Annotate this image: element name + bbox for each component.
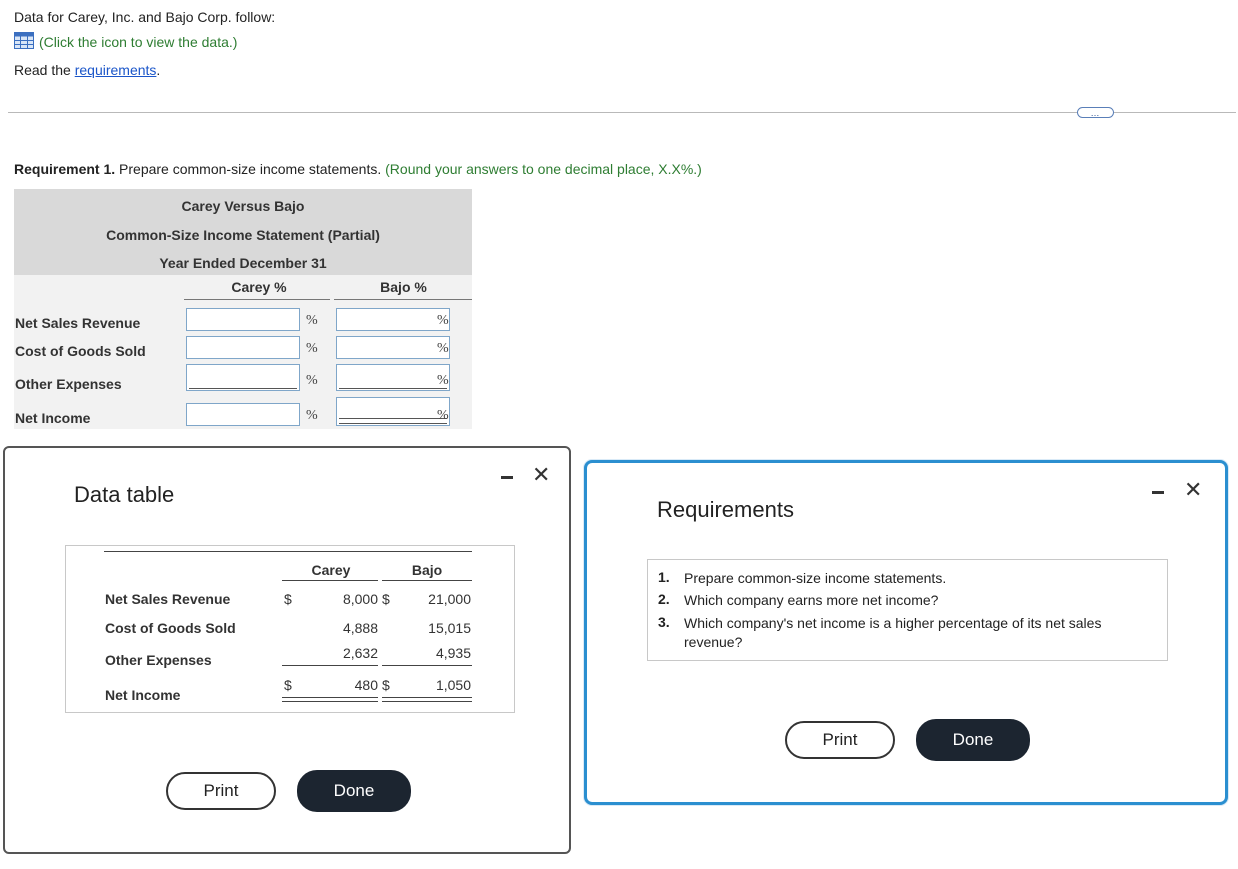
view-data-text[interactable]: (Click the icon to view the data.): [39, 34, 237, 50]
percent-sign: %: [306, 313, 318, 328]
data-value-bajo: 15,015: [428, 620, 471, 636]
percent-sign: %: [306, 408, 318, 423]
statement-subtitle: Common-Size Income Statement (Partial): [106, 227, 380, 243]
row-label-other-expenses: Other Expenses: [15, 376, 122, 392]
requirement-1-prompt: Requirement 1. Prepare common-size incom…: [14, 161, 702, 177]
percent-sign: %: [306, 341, 318, 356]
col-header-bajo: Bajo %: [380, 279, 427, 295]
bajo-other-expenses-input[interactable]: [336, 364, 450, 391]
data-col-bajo: Bajo: [411, 562, 443, 578]
data-table: Carey Bajo Net Sales Revenue $ 8,000 $ 2…: [65, 545, 515, 713]
currency-sign: $: [382, 591, 390, 607]
table-icon[interactable]: [14, 32, 34, 52]
data-value-carey: 4,888: [342, 620, 378, 636]
row-label-cogs: Cost of Goods Sold: [15, 343, 146, 359]
data-row-label: Net Income: [105, 687, 181, 703]
carey-net-income-input[interactable]: [186, 403, 300, 426]
data-value-bajo: 1,050: [435, 677, 471, 693]
data-row-label: Cost of Goods Sold: [105, 620, 236, 636]
percent-sign: %: [306, 373, 318, 388]
requirement-item: 1. Prepare common-size income statements…: [658, 569, 947, 586]
currency-sign: $: [382, 677, 390, 693]
bajo-net-income-input[interactable]: [336, 397, 450, 426]
percent-sign: %: [437, 341, 449, 356]
requirements-list: 1. Prepare common-size income statements…: [647, 559, 1168, 661]
requirements-title: Requirements: [657, 497, 794, 522]
requirements-link[interactable]: requirements: [75, 62, 157, 78]
carey-other-expenses-input[interactable]: [186, 364, 300, 391]
carey-cogs-input[interactable]: [186, 336, 300, 359]
col-header-carey: Carey %: [231, 279, 287, 295]
statement-period: Year Ended December 31: [159, 255, 327, 271]
statement-title: Carey Versus Bajo: [181, 198, 305, 214]
close-icon[interactable]: ✕: [1184, 479, 1202, 501]
bajo-net-sales-input[interactable]: [336, 308, 450, 331]
close-icon[interactable]: ✕: [532, 464, 550, 486]
data-table-title: Data table: [74, 482, 175, 507]
row-label-net-sales: Net Sales Revenue: [15, 315, 141, 331]
section-divider: [8, 112, 1236, 113]
currency-sign: $: [284, 677, 292, 693]
currency-sign: $: [284, 591, 292, 607]
print-button[interactable]: Print: [785, 721, 895, 759]
percent-sign: %: [437, 408, 449, 423]
done-button[interactable]: Done: [297, 770, 411, 812]
data-table-dialog: Data table ✕ Carey Bajo Net Sales Revenu…: [3, 446, 571, 854]
bajo-cogs-input[interactable]: [336, 336, 450, 359]
print-button[interactable]: Print: [166, 772, 276, 810]
row-label-net-income: Net Income: [15, 410, 91, 426]
minimize-icon[interactable]: [501, 476, 513, 479]
statement-body: Carey % Bajo % Net Sales Revenue % % Cos…: [14, 275, 472, 429]
more-options-button[interactable]: …: [1077, 107, 1114, 118]
data-col-carey: Carey: [311, 562, 351, 578]
intro-text: Data for Carey, Inc. and Bajo Corp. foll…: [14, 9, 276, 25]
percent-sign: %: [437, 313, 449, 328]
data-value-bajo: 21,000: [428, 591, 471, 607]
col-header-rule: [334, 299, 472, 300]
requirement-item: 3. Which company's net income is a highe…: [658, 614, 1102, 650]
read-requirements: Read the requirements.: [14, 62, 161, 78]
statement-header: Carey Versus Bajo Common-Size Income Sta…: [14, 189, 472, 275]
minimize-icon[interactable]: [1152, 491, 1164, 494]
data-value-carey: 480: [354, 677, 378, 693]
percent-sign: %: [437, 373, 449, 388]
requirement-item: 2. Which company earns more net income?: [658, 591, 939, 608]
data-value-bajo: 4,935: [435, 645, 471, 661]
col-header-rule: [184, 299, 330, 300]
data-value-carey: 8,000: [342, 591, 378, 607]
carey-net-sales-input[interactable]: [186, 308, 300, 331]
requirements-dialog: Requirements ✕ 1. Prepare common-size in…: [584, 460, 1228, 805]
done-button[interactable]: Done: [916, 719, 1030, 761]
view-data-link[interactable]: (Click the icon to view the data.): [14, 32, 237, 52]
data-row-label: Net Sales Revenue: [105, 591, 231, 607]
data-value-carey: 2,632: [342, 645, 378, 661]
data-row-label: Other Expenses: [105, 652, 212, 668]
